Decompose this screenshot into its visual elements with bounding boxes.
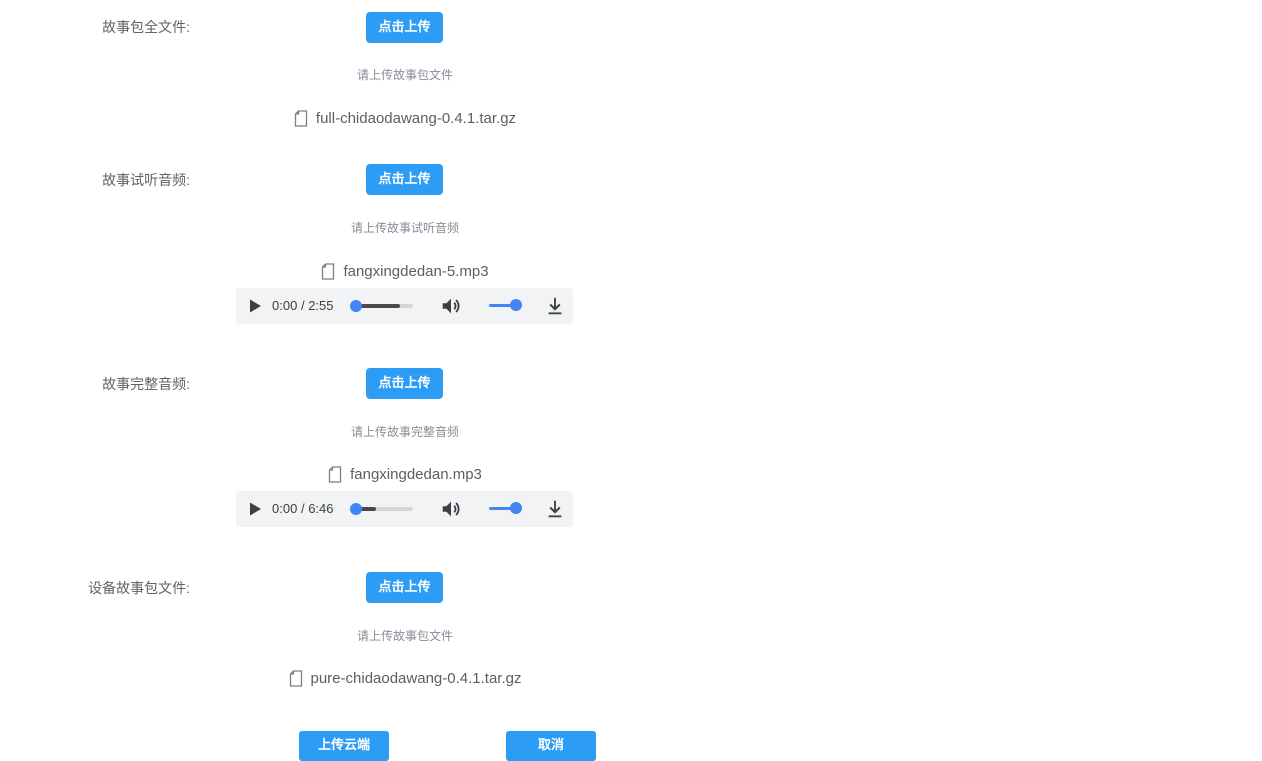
- document-icon: [294, 110, 308, 127]
- download-icon[interactable]: [544, 498, 566, 520]
- progress-thumb[interactable]: [350, 300, 362, 312]
- file-item-full-package[interactable]: full-chidaodawang-0.4.1.tar.gz: [237, 110, 573, 127]
- upload-full-audio-button[interactable]: 点击上传: [366, 368, 443, 399]
- file-name: pure-chidaodawang-0.4.1.tar.gz: [310, 670, 522, 687]
- upload-full-package-button[interactable]: 点击上传: [366, 12, 443, 43]
- label-full-audio: 故事完整音频:: [102, 376, 190, 392]
- document-icon: [328, 466, 342, 483]
- label-preview-audio: 故事试听音频:: [102, 172, 190, 188]
- volume-thumb[interactable]: [510, 299, 522, 311]
- play-icon[interactable]: [247, 501, 263, 517]
- upload-to-cloud-button[interactable]: 上传云端: [299, 731, 389, 761]
- volume-thumb[interactable]: [510, 502, 522, 514]
- hint-device-package: 请上传故事包文件: [356, 629, 453, 643]
- audio-player-full[interactable]: 0:00 / 6:46: [236, 491, 573, 527]
- play-icon[interactable]: [247, 298, 263, 314]
- audio-player-preview[interactable]: 0:00 / 2:55: [236, 288, 573, 324]
- time-readout: 0:00 / 2:55: [272, 298, 334, 313]
- file-item-device-package[interactable]: pure-chidaodawang-0.4.1.tar.gz: [237, 670, 573, 687]
- label-full-package: 故事包全文件:: [102, 19, 190, 35]
- file-name: fangxingdedan-5.mp3: [343, 263, 489, 280]
- file-item-preview-audio[interactable]: fangxingdedan-5.mp3: [237, 263, 573, 280]
- file-name: full-chidaodawang-0.4.1.tar.gz: [315, 110, 517, 127]
- volume-icon[interactable]: [440, 498, 462, 520]
- upload-preview-audio-button[interactable]: 点击上传: [366, 164, 443, 195]
- hint-full-audio: 请上传故事完整音频: [350, 425, 459, 439]
- hint-full-package: 请上传故事包文件: [356, 68, 453, 82]
- label-device-package: 设备故事包文件:: [88, 580, 190, 596]
- file-item-full-audio[interactable]: fangxingdedan.mp3: [237, 466, 573, 483]
- hint-preview-audio: 请上传故事试听音频: [350, 221, 459, 235]
- cancel-button[interactable]: 取消: [506, 731, 596, 761]
- upload-device-package-button[interactable]: 点击上传: [366, 572, 443, 603]
- document-icon: [322, 263, 335, 280]
- file-name: fangxingdedan.mp3: [350, 466, 482, 483]
- progress-buffered: [356, 304, 400, 308]
- document-icon: [289, 670, 302, 687]
- download-icon[interactable]: [544, 295, 566, 317]
- time-readout: 0:00 / 6:46: [272, 501, 334, 516]
- volume-icon[interactable]: [440, 295, 462, 317]
- progress-thumb[interactable]: [350, 503, 362, 515]
